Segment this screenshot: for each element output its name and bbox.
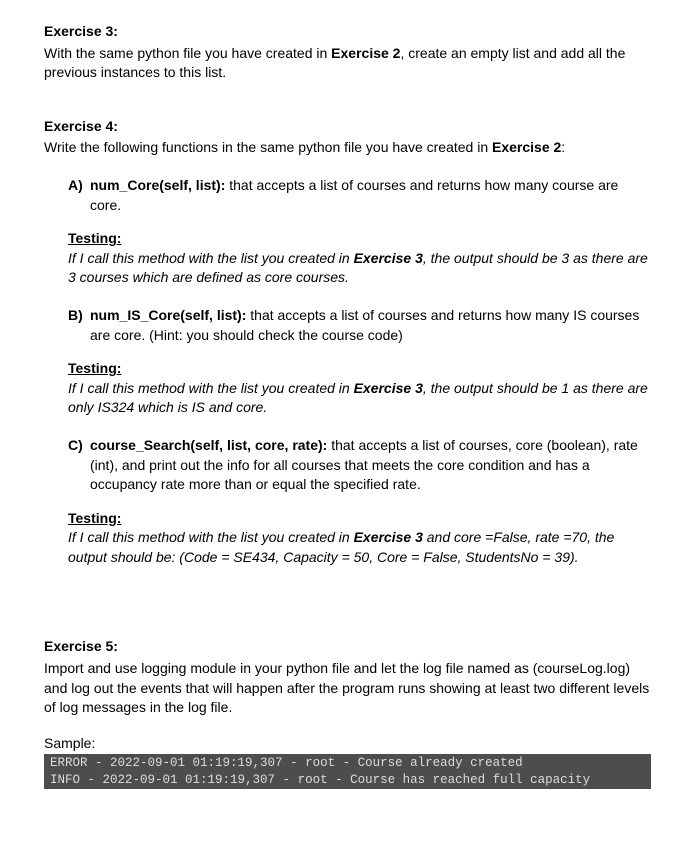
exercise-4-item-c-rest: course_Search(self, list, core, rate): t…: [90, 436, 651, 495]
exercise-4-body-post: :: [561, 139, 565, 155]
exercise-4-item-a-testing-pre: If I call this method with the list you …: [68, 250, 354, 266]
exercise-4-item-c-letter: C): [68, 436, 90, 495]
exercise-4-item-a-testing-body: If I call this method with the list you …: [68, 249, 651, 288]
exercise-3-body-bold: Exercise 2: [331, 45, 400, 61]
exercise-5-sample-label: Sample:: [44, 734, 651, 754]
exercise-5-body: Import and use logging module in your py…: [44, 659, 651, 718]
console-line-2-sep1: -: [80, 773, 103, 787]
exercise-4-item-a-line: A) num_Core(self, list): that accepts a …: [68, 176, 651, 215]
console-line-2-sep2: -: [275, 773, 298, 787]
console-line-1-sep2: -: [283, 756, 306, 770]
console-line-1: ERROR - 2022-09-01 01:19:19,307 - root -…: [50, 755, 645, 771]
console-line-2: INFO - 2022-09-01 01:19:19,307 - root - …: [50, 772, 645, 788]
exercise-4-item-c-line: C) course_Search(self, list, core, rate)…: [68, 436, 651, 495]
exercise-4-body: Write the following functions in the sam…: [44, 138, 651, 158]
exercise-3-body: With the same python file you have creat…: [44, 44, 651, 83]
console-line-1-name: root: [305, 756, 335, 770]
console-line-2-level: INFO: [50, 773, 80, 787]
exercise-4: Exercise 4: Write the following function…: [44, 117, 651, 568]
exercise-4-item-b-testing-body: If I call this method with the list you …: [68, 379, 651, 418]
exercise-4-item-b-testing-label: Testing:: [68, 359, 651, 379]
exercise-3-title: Exercise 3:: [44, 22, 651, 42]
console-line-1-sep1: -: [88, 756, 111, 770]
console-line-1-ts: 2022-09-01 01:19:19,307: [110, 756, 283, 770]
exercise-4-item-a-testing-label: Testing:: [68, 229, 651, 249]
exercise-4-item-b-testing-pre: If I call this method with the list you …: [68, 380, 354, 396]
exercise-4-item-c-sig: course_Search(self, list, core, rate):: [90, 437, 327, 453]
console-line-1-sep3: -: [335, 756, 358, 770]
exercise-4-item-c-testing-bold: Exercise 3: [354, 529, 423, 545]
exercise-4-item-c-testing-body: If I call this method with the list you …: [68, 528, 651, 567]
exercise-4-item-b: B) num_IS_Core(self, list): that accepts…: [68, 306, 651, 345]
exercise-3: Exercise 3: With the same python file yo…: [44, 22, 651, 83]
exercise-4-item-a-sig: num_Core(self, list):: [90, 177, 225, 193]
exercise-4-item-c-testing-pre: If I call this method with the list you …: [68, 529, 354, 545]
exercise-4-item-a-letter: A): [68, 176, 90, 215]
exercise-4-item-b-testing-bold: Exercise 3: [354, 380, 423, 396]
exercise-4-body-bold: Exercise 2: [492, 139, 561, 155]
console-line-1-level: ERROR: [50, 756, 88, 770]
exercise-5-console: ERROR - 2022-09-01 01:19:19,307 - root -…: [44, 754, 651, 789]
console-line-1-msg: Course already created: [358, 756, 523, 770]
exercise-4-item-a-testing-bold: Exercise 3: [354, 250, 423, 266]
console-line-2-ts: 2022-09-01 01:19:19,307: [103, 773, 276, 787]
exercise-4-item-b-line: B) num_IS_Core(self, list): that accepts…: [68, 306, 651, 345]
exercise-4-item-a: A) num_Core(self, list): that accepts a …: [68, 176, 651, 215]
exercise-3-body-pre: With the same python file you have creat…: [44, 45, 331, 61]
exercise-4-body-pre: Write the following functions in the sam…: [44, 139, 492, 155]
exercise-4-title: Exercise 4:: [44, 117, 651, 137]
exercise-4-item-b-letter: B): [68, 306, 90, 345]
exercise-4-item-b-sig: num_IS_Core(self, list):: [90, 307, 246, 323]
console-line-2-sep3: -: [328, 773, 351, 787]
exercise-5-title: Exercise 5:: [44, 637, 651, 657]
exercise-4-item-c-testing-label: Testing:: [68, 509, 651, 529]
exercise-4-item-a-rest: num_Core(self, list): that accepts a lis…: [90, 176, 651, 215]
console-line-2-name: root: [298, 773, 328, 787]
exercise-4-item-b-rest: num_IS_Core(self, list): that accepts a …: [90, 306, 651, 345]
exercise-5: Exercise 5: Import and use logging modul…: [44, 637, 651, 788]
console-line-2-msg: Course has reached full capacity: [350, 773, 590, 787]
exercise-4-item-c: C) course_Search(self, list, core, rate)…: [68, 436, 651, 495]
